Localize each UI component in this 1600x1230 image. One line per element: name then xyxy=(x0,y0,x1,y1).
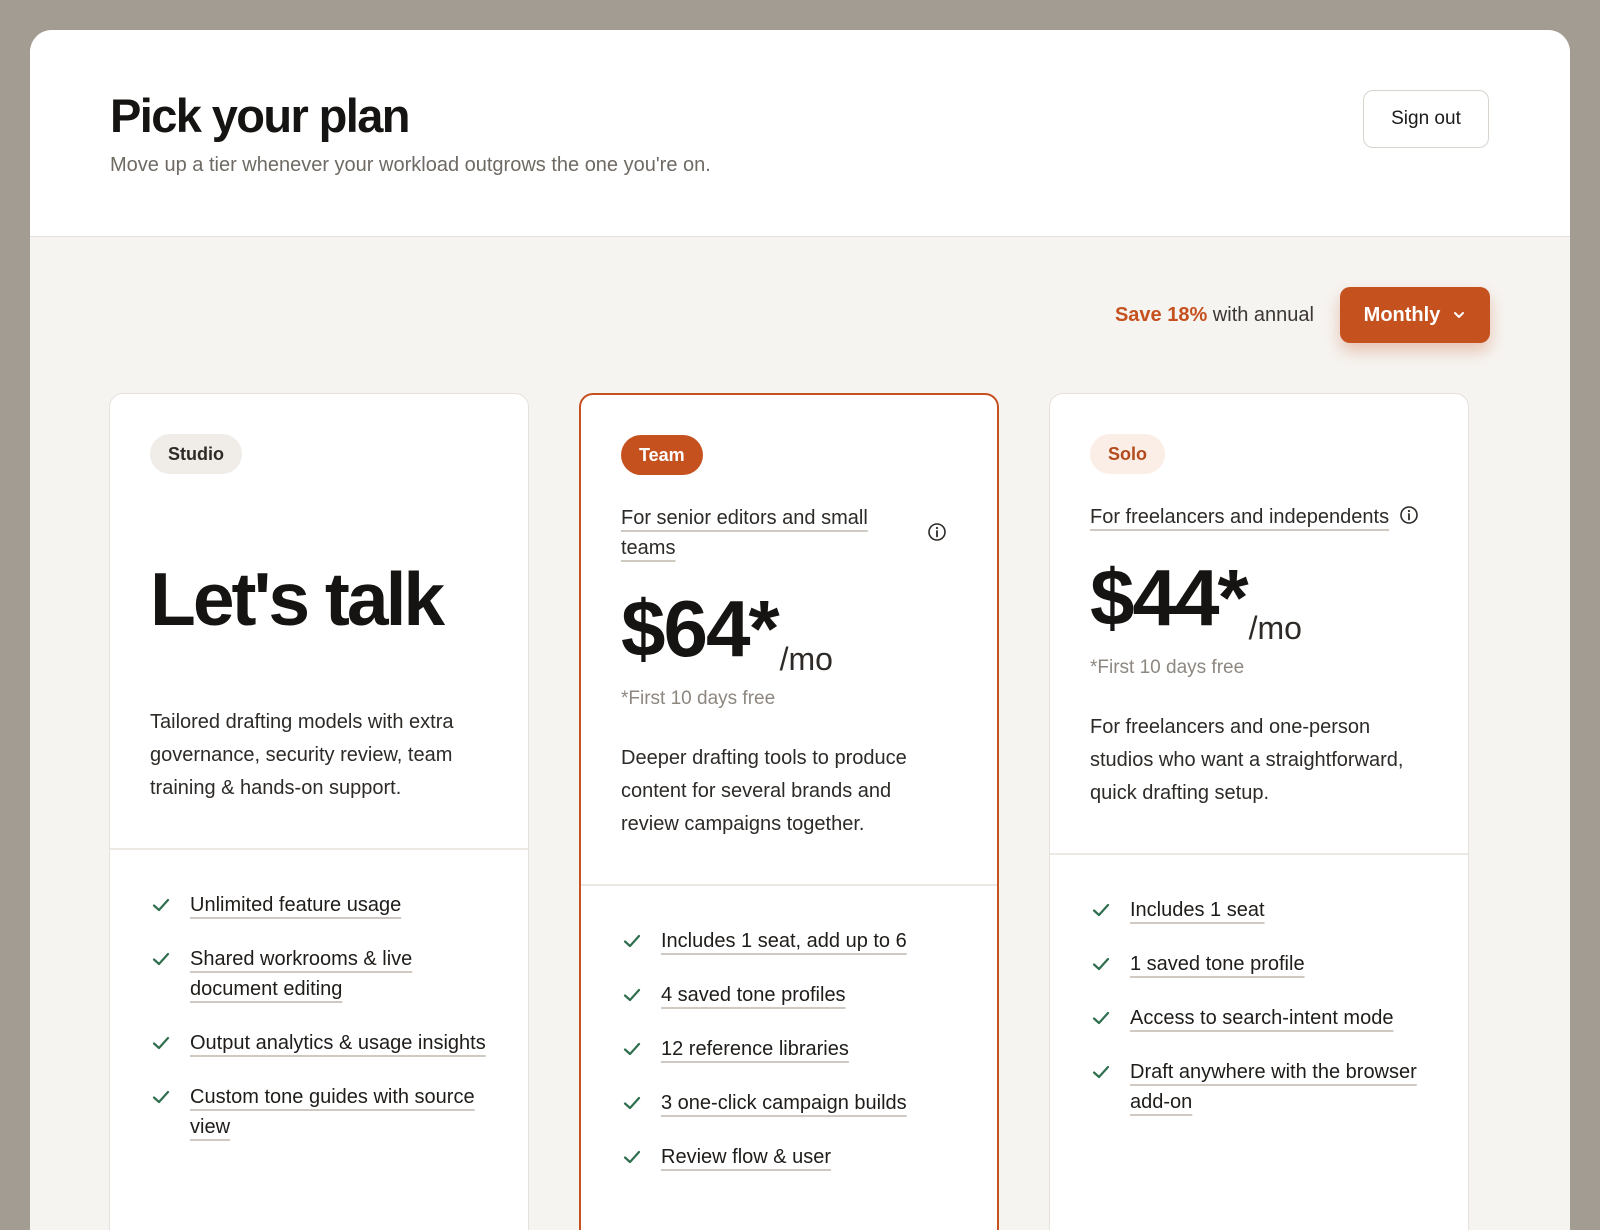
feature-item: Draft anywhere with the browser add-on xyxy=(1090,1057,1438,1117)
annual-savings-note: Save 18% with annual xyxy=(1115,304,1314,327)
plan-tagline-text: For senior editors and small teams xyxy=(621,507,868,559)
plan-description: Deeper drafting tools to produce content… xyxy=(621,747,907,835)
plan-description: Tailored drafting models with extra gove… xyxy=(150,711,454,799)
card-divider xyxy=(110,848,528,850)
card-divider xyxy=(1050,853,1468,855)
feature-list: Includes 1 seat, add up to 6 4 saved ton… xyxy=(621,926,967,1196)
feature-text: Review flow & user xyxy=(661,1146,832,1168)
plan-card-studio[interactable]: Studio Let's talk Tailored drafting mode… xyxy=(109,393,529,1230)
feature-item: Unlimited feature usage xyxy=(150,890,498,920)
price-period: /mo xyxy=(779,641,833,677)
trial-note: *First 10 days free xyxy=(1090,657,1245,678)
plan-price: $64* /mo xyxy=(621,583,833,677)
check-icon xyxy=(623,1096,641,1110)
savings-highlight: Save 18% xyxy=(1114,303,1208,326)
feature-text: Output analytics & usage insights xyxy=(190,1032,486,1054)
plan-tagline: For freelancers and independents xyxy=(1090,502,1410,532)
billing-period-dropdown[interactable]: Monthly xyxy=(1340,287,1490,343)
info-icon[interactable] xyxy=(927,522,947,542)
check-icon xyxy=(1092,957,1110,971)
feature-item: Review flow & user xyxy=(621,1142,967,1172)
feature-list: Includes 1 seat 1 saved tone profile Acc… xyxy=(1090,895,1438,1141)
feature-text: 4 saved tone profiles xyxy=(661,984,846,1006)
feature-list: Unlimited feature usage Shared workrooms… xyxy=(150,890,498,1166)
feature-item: Access to search-intent mode xyxy=(1090,1003,1438,1033)
plan-badge: Studio xyxy=(150,434,242,474)
price-amount: $64* xyxy=(621,584,780,673)
check-icon xyxy=(152,952,170,966)
feature-text: Custom tone guides with source view xyxy=(190,1086,475,1138)
feature-item: Custom tone guides with source view xyxy=(150,1082,498,1142)
feature-text: Access to search-intent mode xyxy=(1130,1007,1394,1029)
feature-text: 1 saved tone profile xyxy=(1130,953,1305,975)
feature-text: Includes 1 seat xyxy=(1130,899,1265,921)
plan-badge: Team xyxy=(621,435,703,475)
check-icon xyxy=(1092,1065,1110,1079)
feature-text: 12 reference libraries xyxy=(661,1038,849,1060)
savings-text: with annual xyxy=(1207,303,1314,326)
plan-badge: Solo xyxy=(1090,434,1165,474)
check-icon xyxy=(152,1036,170,1050)
plan-card-team[interactable]: Team For senior editors and small teams … xyxy=(579,393,999,1230)
feature-item: 4 saved tone profiles xyxy=(621,980,967,1010)
check-icon xyxy=(623,1042,641,1056)
plan-description: For freelancers and one-person studios w… xyxy=(1090,716,1404,804)
feature-text: 3 one-click campaign builds xyxy=(661,1092,907,1114)
check-icon xyxy=(1092,1011,1110,1025)
page-title: Pick your plan xyxy=(110,89,410,142)
trial-note: *First 10 days free xyxy=(621,688,776,709)
price-period: /mo xyxy=(1248,610,1302,646)
app-window: Pick your plan Move up a tier whenever y… xyxy=(30,30,1570,1230)
check-icon xyxy=(623,988,641,1002)
check-icon xyxy=(623,1150,641,1164)
feature-item: 3 one-click campaign builds xyxy=(621,1088,967,1118)
check-icon xyxy=(623,934,641,948)
feature-item: Includes 1 seat xyxy=(1090,895,1438,925)
plan-tagline: For senior editors and small teams xyxy=(621,503,881,563)
feature-item: Includes 1 seat, add up to 6 xyxy=(621,926,967,956)
check-icon xyxy=(152,898,170,912)
feature-item: Output analytics & usage insights xyxy=(150,1028,498,1058)
check-icon xyxy=(1092,903,1110,917)
billing-controls: Save 18% with annual Monthly xyxy=(1115,287,1490,343)
billing-period-label: Monthly xyxy=(1363,303,1441,326)
feature-item: Shared workrooms & live document editing xyxy=(150,944,498,1004)
info-icon[interactable] xyxy=(1399,505,1419,525)
feature-text: Includes 1 seat, add up to 6 xyxy=(661,930,907,952)
plan-headline: Let's talk xyxy=(150,557,445,641)
feature-item: 1 saved tone profile xyxy=(1090,949,1438,979)
card-divider xyxy=(581,884,997,886)
feature-text: Draft anywhere with the browser add-on xyxy=(1130,1061,1417,1113)
plan-tagline-text: For freelancers and independents xyxy=(1090,506,1390,528)
feature-text: Shared workrooms & live document editing xyxy=(190,948,413,1000)
page-header: Pick your plan Move up a tier whenever y… xyxy=(30,30,1570,237)
chevron-down-icon xyxy=(1454,312,1465,318)
sign-out-button[interactable]: Sign out xyxy=(1363,90,1489,148)
feature-text: Unlimited feature usage xyxy=(190,894,402,916)
check-icon xyxy=(152,1090,170,1104)
plan-card-solo[interactable]: Solo For freelancers and independents $4… xyxy=(1049,393,1469,1230)
price-amount: $44* xyxy=(1090,553,1249,642)
plan-price: $44* /mo xyxy=(1090,552,1302,646)
feature-item: 12 reference libraries xyxy=(621,1034,967,1064)
page-subtitle: Move up a tier whenever your workload ou… xyxy=(110,154,711,176)
